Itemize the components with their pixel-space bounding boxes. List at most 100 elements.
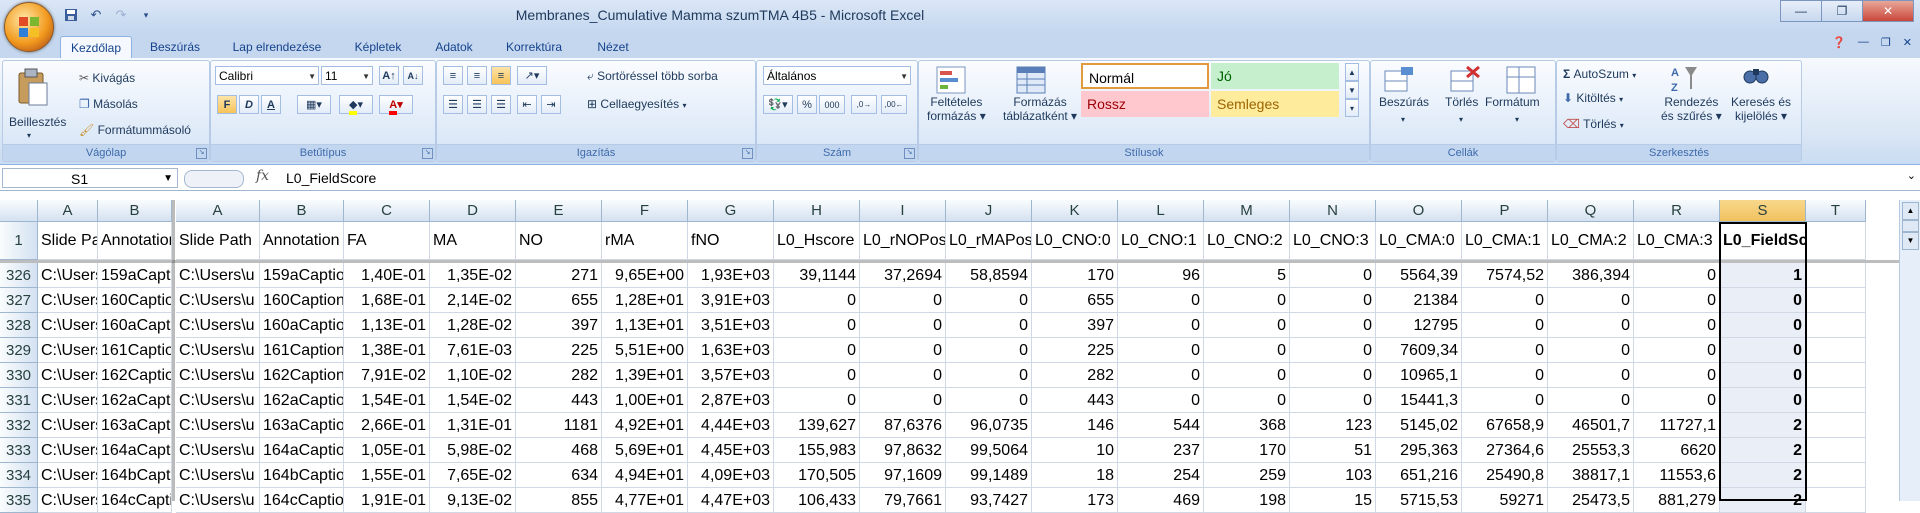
table-cell[interactable]: 0 xyxy=(1118,363,1204,388)
table-cell[interactable]: 2,66E-01 xyxy=(344,413,430,438)
table-cell[interactable]: 0 xyxy=(860,388,946,413)
table-cell[interactable]: 237 xyxy=(1118,438,1204,463)
table-cell[interactable]: 1,00E+01 xyxy=(602,388,688,413)
table-cell[interactable]: 0 xyxy=(946,313,1032,338)
sort-filter-icon[interactable]: AZ xyxy=(1669,63,1699,98)
delete-cells-icon[interactable] xyxy=(1449,65,1481,98)
table-cell[interactable]: 0 xyxy=(946,363,1032,388)
merge-cells-button[interactable]: ⊞ Cellaegyesítés ▾ xyxy=(587,97,686,111)
decrease-decimal-icon[interactable]: ,00← xyxy=(881,95,907,114)
table-cell[interactable]: 0 xyxy=(1462,313,1548,338)
table-cell[interactable]: 0 xyxy=(1548,338,1634,363)
insert-cells-icon[interactable] xyxy=(1383,65,1415,98)
table-cell[interactable]: 0 xyxy=(774,313,860,338)
column-header-A[interactable]: A xyxy=(176,200,260,222)
table-cell[interactable]: 21384 xyxy=(1376,288,1462,313)
sort-filter-button[interactable]: Rendezés és szűrés ▾ xyxy=(1661,95,1722,123)
table-cell[interactable]: C:\Users\u xyxy=(38,363,98,388)
table-cell[interactable]: 67658,9 xyxy=(1462,413,1548,438)
row-header[interactable]: 326 xyxy=(0,263,38,288)
align-center-icon[interactable]: ☰ xyxy=(467,95,487,114)
column-header-F[interactable]: F xyxy=(602,200,688,222)
table-cell[interactable]: 58,8594 xyxy=(946,263,1032,288)
table-cell[interactable]: 38817,1 xyxy=(1548,463,1634,488)
table-cell[interactable]: 0 xyxy=(1290,263,1376,288)
decrease-indent-icon[interactable]: ⇤ xyxy=(517,95,537,114)
table-cell[interactable]: C:\Users\u xyxy=(38,438,98,463)
table-cell[interactable]: 161Caption xyxy=(98,338,172,363)
table-cell[interactable]: 0 xyxy=(1634,388,1720,413)
autosum-button[interactable]: Σ AutoSzum ▾ xyxy=(1563,67,1636,81)
table-cell[interactable]: 18 xyxy=(1032,463,1118,488)
table-cell[interactable]: 0 xyxy=(1634,363,1720,388)
table-cell[interactable]: 7,91E-02 xyxy=(344,363,430,388)
styles-more-icon[interactable]: ▾ xyxy=(1345,99,1359,117)
table-cell[interactable]: 1,54E-01 xyxy=(344,388,430,413)
table-cell[interactable]: 1,63E+03 xyxy=(688,338,774,363)
table-cell[interactable]: 4,94E+01 xyxy=(602,463,688,488)
table-cell[interactable]: 0 xyxy=(774,363,860,388)
format-dropdown-icon[interactable]: ▾ xyxy=(1515,115,1519,124)
row-header[interactable]: 331 xyxy=(0,388,38,413)
table-cell[interactable]: 0 xyxy=(1204,338,1290,363)
paste-dropdown-icon[interactable]: ▾ xyxy=(27,131,31,140)
table-cell[interactable]: 634 xyxy=(516,463,602,488)
table-cell[interactable]: 4,45E+03 xyxy=(688,438,774,463)
header-cell[interactable]: L0_CMA:2 xyxy=(1548,222,1634,260)
table-cell[interactable]: C:\Users\u xyxy=(176,338,260,363)
column-header-S[interactable]: S xyxy=(1720,200,1806,222)
formula-bar-splitter[interactable] xyxy=(184,170,244,188)
table-cell[interactable] xyxy=(1806,263,1866,288)
format-cells-icon[interactable] xyxy=(1505,65,1537,98)
table-cell[interactable]: 1,93E+03 xyxy=(688,263,774,288)
table-cell[interactable]: 5564,39 xyxy=(1376,263,1462,288)
tab-page-layout[interactable]: Lap elrendezése xyxy=(226,36,328,58)
align-middle-icon[interactable]: ≡ xyxy=(467,66,487,85)
table-cell[interactable]: 397 xyxy=(1032,313,1118,338)
table-cell[interactable]: 46501,7 xyxy=(1548,413,1634,438)
column-header-E[interactable]: E xyxy=(516,200,602,222)
table-cell[interactable]: 9,65E+00 xyxy=(602,263,688,288)
table-cell[interactable]: 0 xyxy=(1204,363,1290,388)
table-cell[interactable]: 97,8632 xyxy=(860,438,946,463)
table-cell[interactable]: 123 xyxy=(1290,413,1376,438)
header-cell[interactable]: L0_CMA:0 xyxy=(1376,222,1462,260)
table-cell[interactable]: 10 xyxy=(1032,438,1118,463)
table-cell[interactable]: 2 xyxy=(1720,438,1806,463)
table-cell[interactable]: 7,61E-03 xyxy=(430,338,516,363)
header-cell[interactable] xyxy=(1806,222,1866,260)
selected-cell[interactable]: L0_FieldScore xyxy=(1720,222,1806,260)
table-cell[interactable]: 655 xyxy=(516,288,602,313)
italic-icon[interactable]: D xyxy=(239,95,259,114)
table-cell[interactable]: 0 xyxy=(1118,313,1204,338)
row-header[interactable]: 334 xyxy=(0,463,38,488)
orientation-icon[interactable]: ↗▾ xyxy=(517,66,547,85)
table-cell[interactable]: 51 xyxy=(1290,438,1376,463)
table-cell[interactable]: 12795 xyxy=(1376,313,1462,338)
table-cell[interactable]: C:\Users\u xyxy=(176,363,260,388)
table-cell[interactable]: 259 xyxy=(1204,463,1290,488)
table-cell[interactable]: 7574,52 xyxy=(1462,263,1548,288)
table-cell[interactable]: 5145,02 xyxy=(1376,413,1462,438)
split-pane-divider[interactable] xyxy=(172,200,175,501)
table-cell[interactable]: 397 xyxy=(516,313,602,338)
table-cell[interactable]: 39,1144 xyxy=(774,263,860,288)
table-cell[interactable]: 0 xyxy=(774,388,860,413)
table-cell[interactable]: 96 xyxy=(1118,263,1204,288)
table-cell[interactable]: 0 xyxy=(860,288,946,313)
row-header[interactable]: 330 xyxy=(0,363,38,388)
table-cell[interactable] xyxy=(1806,463,1866,488)
table-cell[interactable]: 0 xyxy=(1634,288,1720,313)
header-cell[interactable]: L0_CNO:2 xyxy=(1204,222,1290,260)
header-cell[interactable]: Slide Path xyxy=(38,222,98,260)
align-top-icon[interactable]: ≡ xyxy=(443,66,463,85)
fill-button[interactable]: ⬇ Kitöltés ▾ xyxy=(1563,91,1623,105)
table-cell[interactable]: 0 xyxy=(774,288,860,313)
increase-indent-icon[interactable]: ⇥ xyxy=(541,95,561,114)
minimize-icon[interactable]: — xyxy=(1780,0,1822,22)
number-format-combo[interactable]: Általános ▼ xyxy=(763,66,911,85)
table-cell[interactable]: C:\Users\u xyxy=(176,463,260,488)
column-header-J[interactable]: J xyxy=(946,200,1032,222)
table-cell[interactable]: 0 xyxy=(1720,288,1806,313)
header-cell[interactable]: L0_CNO:1 xyxy=(1118,222,1204,260)
